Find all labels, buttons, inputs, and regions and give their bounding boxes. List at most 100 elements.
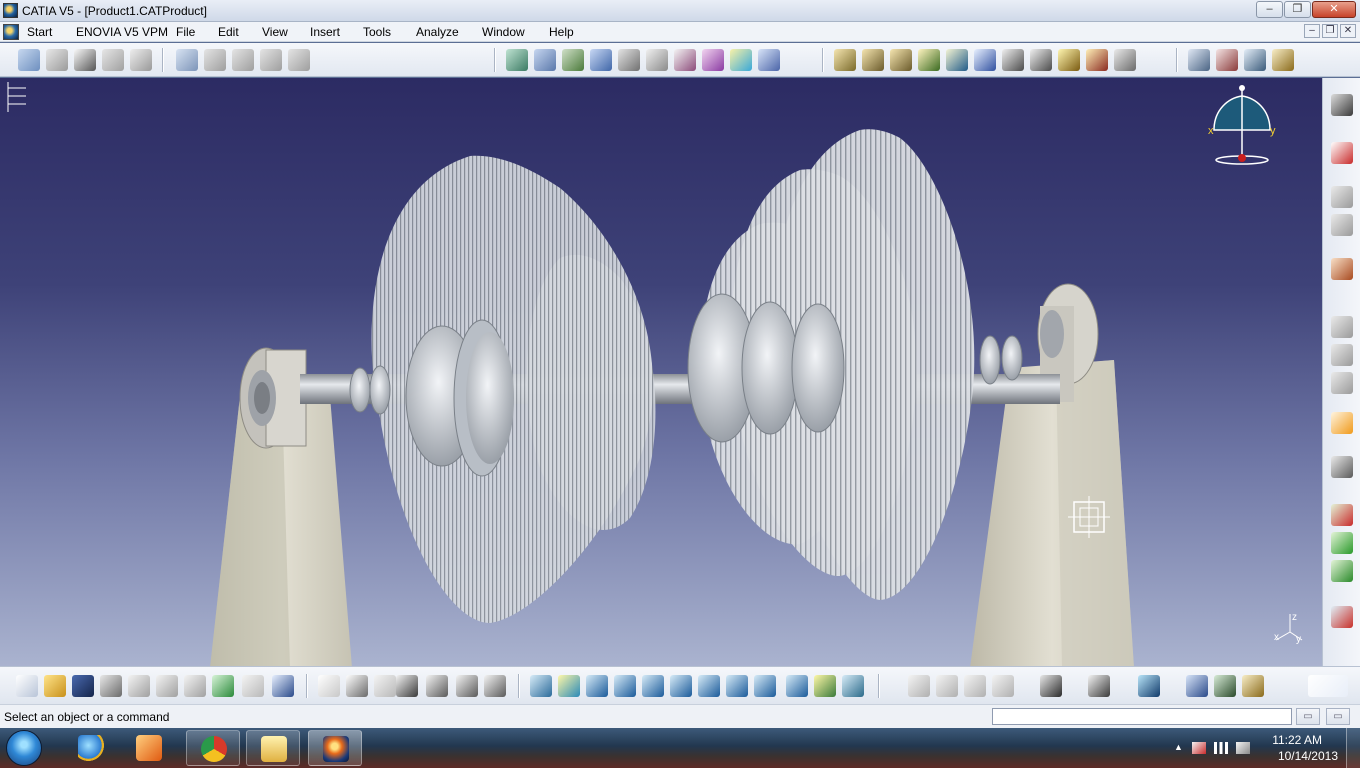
compass-manipulate-icon[interactable] xyxy=(1331,456,1353,478)
taskbar-explorer[interactable] xyxy=(246,730,300,766)
scene-icon[interactable] xyxy=(1331,186,1353,208)
sectioning-icon[interactable] xyxy=(834,49,856,71)
normal-view-icon[interactable] xyxy=(698,675,720,697)
shading-icon[interactable] xyxy=(786,675,808,697)
section-icon[interactable] xyxy=(936,675,958,697)
doc-minimize-button[interactable]: – xyxy=(1304,24,1320,38)
select-arrow-icon[interactable] xyxy=(1331,412,1353,434)
volume-icon[interactable] xyxy=(1236,742,1250,754)
menu-edit[interactable]: Edit xyxy=(218,25,239,39)
tray-expand-icon[interactable]: ▲ xyxy=(1174,742,1188,754)
power-input-field[interactable] xyxy=(992,708,1292,725)
show-desktop-button[interactable] xyxy=(1346,728,1360,768)
insert-part-icon[interactable] xyxy=(1331,560,1353,582)
taskbar-media-player[interactable] xyxy=(122,730,176,766)
offset-constraint-icon[interactable] xyxy=(562,49,584,71)
fast-multi-instantiation-icon[interactable] xyxy=(288,49,310,71)
3d-viewport[interactable]: x y z x y xyxy=(0,78,1322,666)
insert-product-icon[interactable] xyxy=(1331,532,1353,554)
existing-component-icon[interactable] xyxy=(46,49,68,71)
turbine-rotor-model[interactable]: x y z x y xyxy=(0,78,1322,666)
open-file-icon[interactable] xyxy=(44,675,66,697)
apply-material-bottom-icon[interactable] xyxy=(1242,675,1264,697)
material-library-icon[interactable] xyxy=(1214,675,1236,697)
menu-tools[interactable]: Tools xyxy=(363,25,391,39)
menu-help[interactable]: Help xyxy=(549,25,574,39)
catia-app-icon[interactable] xyxy=(3,3,18,18)
formula-icon[interactable] xyxy=(318,675,340,697)
multi-instantiation-icon[interactable] xyxy=(260,49,282,71)
snap-icon[interactable] xyxy=(974,49,996,71)
action-center-icon[interactable] xyxy=(1192,742,1206,754)
whats-this-icon[interactable] xyxy=(272,675,294,697)
generate-numbering-icon[interactable] xyxy=(176,49,198,71)
menu-analyze[interactable]: Analyze xyxy=(416,25,459,39)
fix-component-icon[interactable] xyxy=(618,49,640,71)
fix-together-icon[interactable] xyxy=(646,49,668,71)
comment-icon[interactable] xyxy=(346,675,368,697)
network-icon[interactable] xyxy=(1214,742,1228,754)
reuse-pattern-icon[interactable] xyxy=(758,49,780,71)
graph-tree-reorder-icon[interactable] xyxy=(130,49,152,71)
annotate-icon[interactable] xyxy=(964,675,986,697)
cut-icon[interactable] xyxy=(128,675,150,697)
rotate-icon[interactable] xyxy=(1331,316,1353,338)
menu-view[interactable]: View xyxy=(262,25,288,39)
translate-icon[interactable] xyxy=(1331,344,1353,366)
menu-insert[interactable]: Insert xyxy=(310,25,340,39)
insert-component-icon[interactable] xyxy=(1331,504,1353,526)
annotate-2-icon[interactable] xyxy=(992,675,1014,697)
swap-visible-space-icon[interactable] xyxy=(842,675,864,697)
measure-distance-icon[interactable] xyxy=(1186,675,1208,697)
distance-band-icon[interactable] xyxy=(890,49,912,71)
taskbar-internet-explorer[interactable] xyxy=(64,730,118,766)
taskbar-catia[interactable] xyxy=(308,730,362,766)
status-button-1[interactable]: ▭ xyxy=(1296,708,1320,725)
doc-close-button[interactable]: ✕ xyxy=(1340,24,1356,38)
fly-mode-icon[interactable] xyxy=(530,675,552,697)
clock-time[interactable]: 11:22 AM xyxy=(1272,733,1322,747)
replace-component-icon[interactable] xyxy=(102,49,124,71)
redo-icon[interactable] xyxy=(242,675,264,697)
apply-material-icon[interactable] xyxy=(1272,49,1294,71)
clock-date[interactable]: 10/14/2013 xyxy=(1278,749,1338,763)
contact-constraint-icon[interactable] xyxy=(534,49,556,71)
measure-item-icon[interactable] xyxy=(1216,49,1238,71)
taskbar-chrome[interactable] xyxy=(186,730,240,766)
menu-enovia[interactable]: ENOVIA V5 VPM xyxy=(76,25,168,39)
ghost-icon[interactable] xyxy=(1331,214,1353,236)
clash-icon[interactable] xyxy=(862,49,884,71)
annotation-icon[interactable] xyxy=(1030,49,1052,71)
rotate-view-icon[interactable] xyxy=(614,675,636,697)
multi-view-icon[interactable] xyxy=(726,675,748,697)
fit-all-icon[interactable] xyxy=(558,675,580,697)
measure-inertia-icon[interactable] xyxy=(1244,49,1266,71)
menu-window[interactable]: Window xyxy=(482,25,525,39)
isometric-view-icon[interactable] xyxy=(754,675,776,697)
doc-restore-button[interactable]: ❐ xyxy=(1322,24,1338,38)
product-structure-icon[interactable] xyxy=(18,49,40,71)
windows-start-orb[interactable] xyxy=(6,730,42,766)
coincidence-constraint-icon[interactable] xyxy=(506,49,528,71)
bill-of-material-icon[interactable] xyxy=(1002,49,1024,71)
explode-icon[interactable] xyxy=(918,49,940,71)
knowledge-icon[interactable] xyxy=(426,675,448,697)
zoom-in-icon[interactable] xyxy=(642,675,664,697)
hide-show-icon[interactable] xyxy=(814,675,836,697)
line-icon[interactable] xyxy=(1331,372,1353,394)
angle-constraint-icon[interactable] xyxy=(590,49,612,71)
close-button[interactable]: ✕ xyxy=(1312,1,1356,18)
copy-icon[interactable] xyxy=(156,675,178,697)
change-constraint-icon[interactable] xyxy=(730,49,752,71)
group-icon[interactable] xyxy=(908,675,930,697)
paste-icon[interactable] xyxy=(184,675,206,697)
measure-between-icon[interactable] xyxy=(1188,49,1210,71)
publication-icon[interactable] xyxy=(1086,49,1108,71)
new-part-icon[interactable] xyxy=(74,49,96,71)
save-icon[interactable] xyxy=(72,675,94,697)
start-menu-icon[interactable] xyxy=(3,24,19,40)
flexible-subassembly-icon[interactable] xyxy=(702,49,724,71)
new-file-icon[interactable] xyxy=(16,675,38,697)
print-icon[interactable] xyxy=(100,675,122,697)
update-icon[interactable] xyxy=(1331,606,1353,628)
